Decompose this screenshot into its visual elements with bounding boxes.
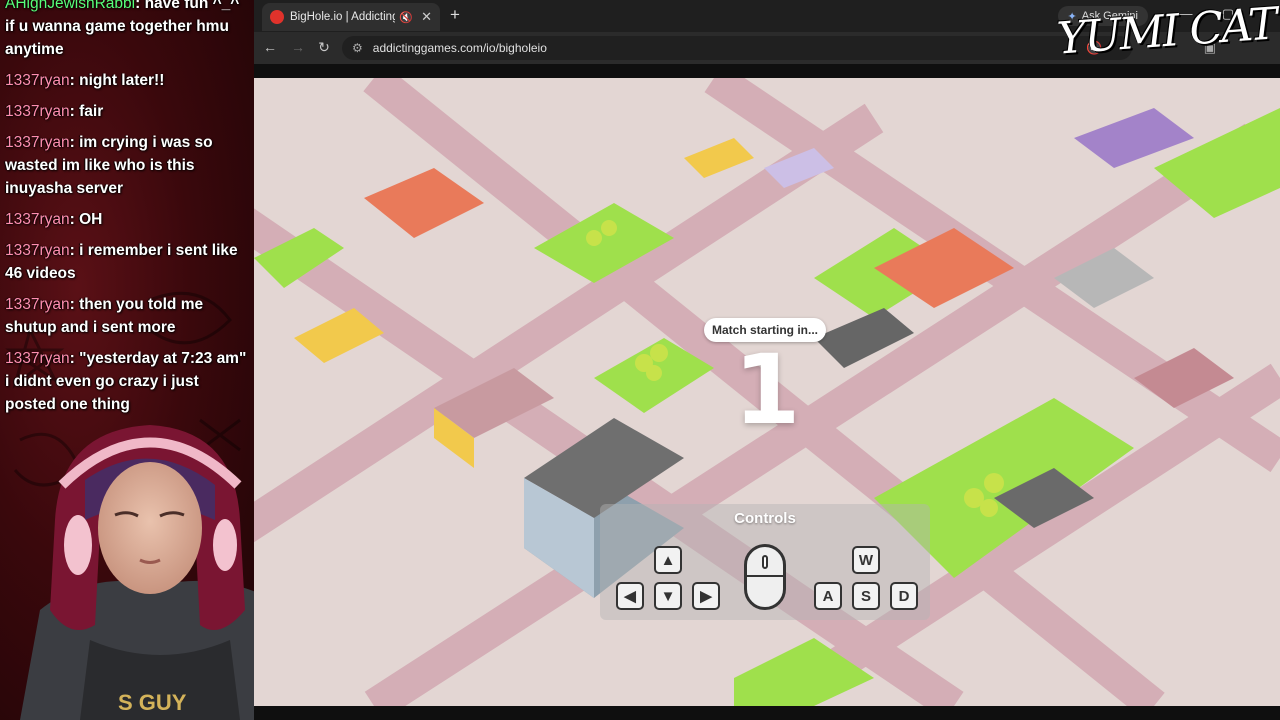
page-viewport: Match starting in... 1 Controls ▲ ◀ ▼ ▶ … (254, 64, 1280, 720)
arrow-right-key-icon: ▶ (692, 582, 720, 610)
s-key-icon: S (852, 582, 880, 610)
mouse-icon (744, 544, 786, 610)
browser-tab[interactable]: BigHole.io | Addicting Games 🔇 ✕ (262, 3, 440, 31)
mouse-wheel-icon (762, 555, 768, 569)
tab-title: BigHole.io | Addicting Games (290, 11, 396, 23)
chat-username[interactable]: 1337ryan (5, 296, 70, 313)
chat-text: night later!! (79, 72, 165, 89)
site-info-icon[interactable]: ⚙ (352, 41, 363, 55)
address-bar[interactable]: ⚙ addictinggames.com/io/bigholeio (342, 36, 1132, 60)
arrow-left-key-icon: ◀ (616, 582, 644, 610)
controls-title: Controls (734, 510, 796, 527)
w-key-icon: W (852, 546, 880, 574)
chat-username[interactable]: 1337ryan (5, 134, 70, 151)
controls-panel: Controls ▲ ◀ ▼ ▶ W A S D (600, 504, 930, 620)
chat-message: 1337ryan: i remember i sent like 46 vide… (5, 242, 238, 282)
chat-username[interactable]: 1337ryan (5, 103, 70, 120)
new-tab-button[interactable]: + (444, 5, 466, 25)
d-key-icon: D (890, 582, 918, 610)
chat-message: AHighJewishRabbi: have fun ^_^ if u wann… (0, 0, 258, 61)
back-arrow-icon[interactable]: ← (260, 39, 280, 55)
tab-close-icon[interactable]: ✕ (421, 9, 432, 25)
chat-username[interactable]: 1337ryan (5, 350, 70, 367)
chat-message: 1337ryan: night later!! (5, 72, 165, 89)
chat-username[interactable]: 1337ryan (5, 242, 70, 259)
chat-text: fair (79, 103, 104, 120)
chat-message: 1337ryan: then you told me shutup and i … (5, 296, 204, 336)
tab-muted-icon[interactable]: 🔇 (399, 11, 413, 24)
chat-message: 1337ryan: fair (5, 103, 104, 120)
chat-text: OH (79, 211, 103, 228)
chat-username[interactable]: AHighJewishRabbi (5, 0, 135, 12)
a-key-icon: A (814, 582, 842, 610)
reload-icon[interactable]: ↻ (314, 39, 334, 56)
forward-arrow-icon[interactable]: → (288, 39, 308, 55)
chat-message-list: AHighJewishRabbi: have fun ^_^ if u wann… (0, 0, 258, 424)
chat-message: 1337ryan: im crying i was so wasted im l… (5, 134, 213, 197)
chat-message: 1337ryan: OH (5, 211, 103, 228)
browser-window: BigHole.io | Addicting Games 🔇 ✕ + ✦ Ask… (254, 0, 1280, 720)
shirt-text: S GUY (118, 690, 187, 715)
url-text: addictinggames.com/io/bigholeio (372, 41, 547, 55)
chat-username[interactable]: 1337ryan (5, 211, 70, 228)
arrow-up-key-icon: ▲ (654, 546, 682, 574)
chat-username[interactable]: 1337ryan (5, 72, 70, 89)
site-favicon-icon (270, 10, 284, 24)
chat-message: 1337ryan: "yesterday at 7:23 am" i didnt… (5, 350, 247, 413)
countdown-number: 1 (733, 334, 801, 446)
arrow-down-key-icon: ▼ (654, 582, 682, 610)
